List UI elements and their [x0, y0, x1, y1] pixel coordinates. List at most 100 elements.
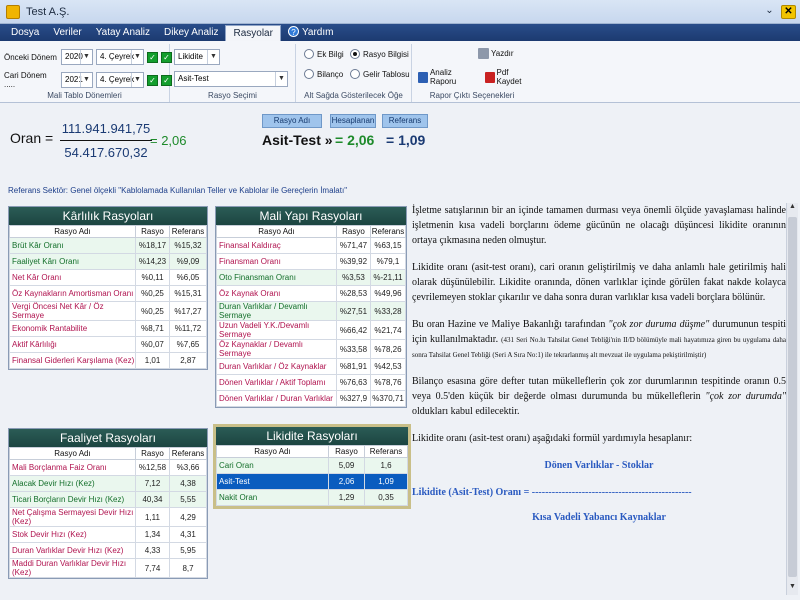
col-name: Rasyo Adı — [9, 225, 136, 238]
col-ref: Referans — [370, 225, 406, 238]
ratio-reference: %17,27 — [169, 301, 207, 321]
radio-gelir-tablosu[interactable] — [350, 69, 360, 79]
ratio-reference: %9,09 — [169, 253, 207, 270]
table-row[interactable]: Ticari Borçların Devir Hızı (Kez) 40,34 5,… — [9, 491, 207, 508]
prev-year-select[interactable]: 2020 ▼ — [61, 49, 93, 65]
info-paragraph-2: Likidite oranı (asit-test oranı), cari o… — [412, 262, 786, 303]
menu-veriler[interactable]: Veriler — [46, 25, 88, 41]
ratio-value: %28,53 — [336, 285, 371, 302]
ratio-value: %0,25 — [135, 301, 170, 321]
scroll-thumb[interactable] — [788, 217, 797, 577]
ratio-reference: %7,65 — [169, 336, 207, 353]
table-row[interactable]: Brüt Kâr Oranı %18,17 %15,32 — [9, 237, 207, 254]
table-row[interactable]: Oto Finansman Oranı %3,53 %-21,11 — [216, 269, 406, 286]
chevron-down-icon: ▼ — [207, 50, 219, 64]
ratio-name: Öz Kaynak Oranı — [216, 285, 337, 302]
mali-yapi-title: Mali Yapı Rasyoları — [216, 207, 406, 225]
radio-rasyo-bilgisi[interactable] — [350, 49, 360, 59]
ratio-reference: 2,87 — [169, 352, 207, 369]
table-row[interactable]: Öz Kaynak Oranı %28,53 %49,96 — [216, 285, 406, 302]
header-hesaplanan: Hesaplanan — [330, 114, 376, 128]
table-row[interactable]: Öz Kaynakların Amortisman Oranı %0,25 %15,… — [9, 285, 207, 302]
table-row[interactable]: Asit-Test 2,06 1,09 — [216, 473, 408, 490]
prev-check-1-icon[interactable]: ✓ — [147, 51, 158, 63]
info-scrollbar[interactable]: ▲ ▼ — [786, 203, 798, 595]
ratio-value: %3,53 — [336, 269, 371, 286]
ratio-reference: %15,32 — [169, 237, 207, 254]
window-title: Test A.Ş. — [26, 5, 70, 18]
menu-rasyolar[interactable]: Rasyolar — [225, 25, 281, 41]
calculated-value: = 2,06 — [335, 132, 375, 148]
table-row[interactable]: Duran Varlıklar / Öz Kaynaklar %81,91 %42,… — [216, 358, 406, 375]
likidite-panel: Likidite Rasyoları Rasyo Adı Rasyo Refer… — [213, 424, 411, 509]
faaliyet-panel: Faaliyet Rasyoları Rasyo Adı Rasyo Refer… — [8, 428, 208, 579]
analysis-report-button[interactable]: Analiz Raporu — [418, 68, 476, 86]
table-row[interactable]: Stok Devir Hızı (Kez) 1,34 4,31 — [9, 526, 207, 543]
prev-period-label: Önceki Dönem — [4, 52, 57, 62]
curr-check-1-icon[interactable]: ✓ — [147, 74, 158, 86]
table-row[interactable]: Vergi Öncesi Net Kâr / Öz Sermaye %0,25 %1… — [9, 301, 207, 321]
col-name: Rasyo Adı — [216, 225, 337, 238]
table-row[interactable]: Net Çalışma Sermayesi Devir Hızı (Kez) 1,… — [9, 507, 207, 527]
ratio-name: Finansal Kaldıraç — [216, 237, 337, 254]
table-row[interactable]: Net Kâr Oranı %0,11 %6,05 — [9, 269, 207, 286]
ratio-value: 5,09 — [328, 457, 365, 474]
menu-yatay-analiz[interactable]: Yatay Analiz — [89, 25, 157, 41]
ratio-reference: %3,66 — [169, 459, 207, 476]
table-row[interactable]: Nakit Oran 1,29 0,35 — [216, 489, 408, 506]
radio-bilanco[interactable] — [304, 69, 314, 79]
table-row[interactable]: Dönen Varlıklar / Aktif Toplamı %76,63 %78… — [216, 374, 406, 391]
denominator: 54.417.670,32 — [64, 145, 148, 160]
ratio-value: %66,42 — [336, 320, 371, 340]
ratio-value: 7,74 — [135, 558, 170, 578]
ratio-select[interactable]: Asit-Test ▼ — [174, 71, 288, 87]
ratio-value: 1,01 — [135, 352, 170, 369]
table-row[interactable]: Dönen Varlıklar / Duran Varlıklar %327,9%… — [216, 390, 406, 407]
table-row[interactable]: Öz Kaynaklar / Devamlı Sermaye %33,58 %78,… — [216, 339, 406, 359]
table-row[interactable]: Cari Oran 5,09 1,6 — [216, 457, 408, 474]
ratio-value: 4,33 — [135, 542, 170, 559]
opt-ek-bilgi-label: Ek Bilgi — [317, 49, 344, 59]
radio-ek-bilgi[interactable] — [304, 49, 314, 59]
table-row[interactable]: Finansman Oranı %39,92 %79,1 — [216, 253, 406, 270]
table-row[interactable]: Aktif Kârlılığı %0,07 %7,65 — [9, 336, 207, 353]
table-row[interactable]: Ekonomik Rantabilite %8,71 %11,72 — [9, 320, 207, 337]
table-row[interactable]: Finansal Giderleri Karşılama (Kez) 1,01 2,… — [9, 352, 207, 369]
col-ref: Referans — [169, 225, 207, 238]
ratio-value: 1,11 — [135, 507, 170, 527]
menu-dosya[interactable]: Dosya — [4, 25, 46, 41]
curr-quarter-select[interactable]: 4. Çeyrek ▼ — [96, 72, 144, 88]
ratio-category-select[interactable]: Likidite ▼ — [174, 49, 220, 65]
table-row[interactable]: Duran Varlıklar / Devamlı Sermaye %27,51%… — [216, 301, 406, 321]
table-row[interactable]: Uzun Vadeli Y.K./Devamlı Sermaye %66,42 %2… — [216, 320, 406, 340]
print-button[interactable]: Yazdır — [478, 48, 514, 59]
printer-icon — [478, 48, 489, 59]
col-ratio: Rasyo — [135, 447, 170, 460]
reference-sector: Referans Sektör: Genel ölçekli "Kablolam… — [8, 186, 348, 195]
curr-year-select[interactable]: 2021 ▼ — [61, 72, 93, 88]
chevron-down-icon: ▼ — [131, 73, 143, 87]
ratio-name: Finansal Giderleri Karşılama (Kez) — [9, 352, 136, 369]
info-paragraph-4: Bilanço esasına göre defter tutan mükell… — [412, 376, 786, 417]
minimize-button[interactable]: ⌄ — [762, 5, 777, 19]
ratio-name: Uzun Vadeli Y.K./Devamlı Sermaye — [216, 320, 337, 340]
close-button[interactable]: ✕ — [781, 5, 796, 19]
ratio-name: Duran Varlıklar / Öz Kaynaklar — [216, 358, 337, 375]
table-row[interactable]: Faaliyet Kârı Oranı %14,23 %9,09 — [9, 253, 207, 270]
pdf-save-button[interactable]: Pdf Kaydet — [484, 68, 532, 86]
scroll-down-icon[interactable]: ▼ — [787, 583, 798, 595]
table-row[interactable]: Mali Borçlanma Faiz Oranı %12,58 %3,66 — [9, 459, 207, 476]
menu-yardim[interactable]: ? Yardım — [281, 25, 341, 41]
table-row[interactable]: Maddi Duran Varlıklar Devir Hızı (Kez) 7,… — [9, 558, 207, 578]
menu-dikey-analiz[interactable]: Dikey Analiz — [157, 25, 225, 41]
table-row[interactable]: Finansal Kaldıraç %71,47 %63,15 — [216, 237, 406, 254]
header-rasyo-adi: Rasyo Adı — [262, 114, 322, 128]
table-row[interactable]: Duran Varlıklar Devir Hızı (Kez) 4,33 5,95 — [9, 542, 207, 559]
ratio-reference: %79,1 — [370, 253, 406, 270]
scroll-up-icon[interactable]: ▲ — [787, 203, 798, 215]
table-row[interactable]: Alacak Devir Hızı (Kez) 7,12 4,38 — [9, 475, 207, 492]
ratio-name: Duran Varlıklar Devir Hızı (Kez) — [9, 542, 136, 559]
prev-quarter-select[interactable]: 4. Çeyrek ▼ — [96, 49, 144, 65]
ratio-name: Mali Borçlanma Faiz Oranı — [9, 459, 136, 476]
ratio-name: Alacak Devir Hızı (Kez) — [9, 475, 136, 492]
